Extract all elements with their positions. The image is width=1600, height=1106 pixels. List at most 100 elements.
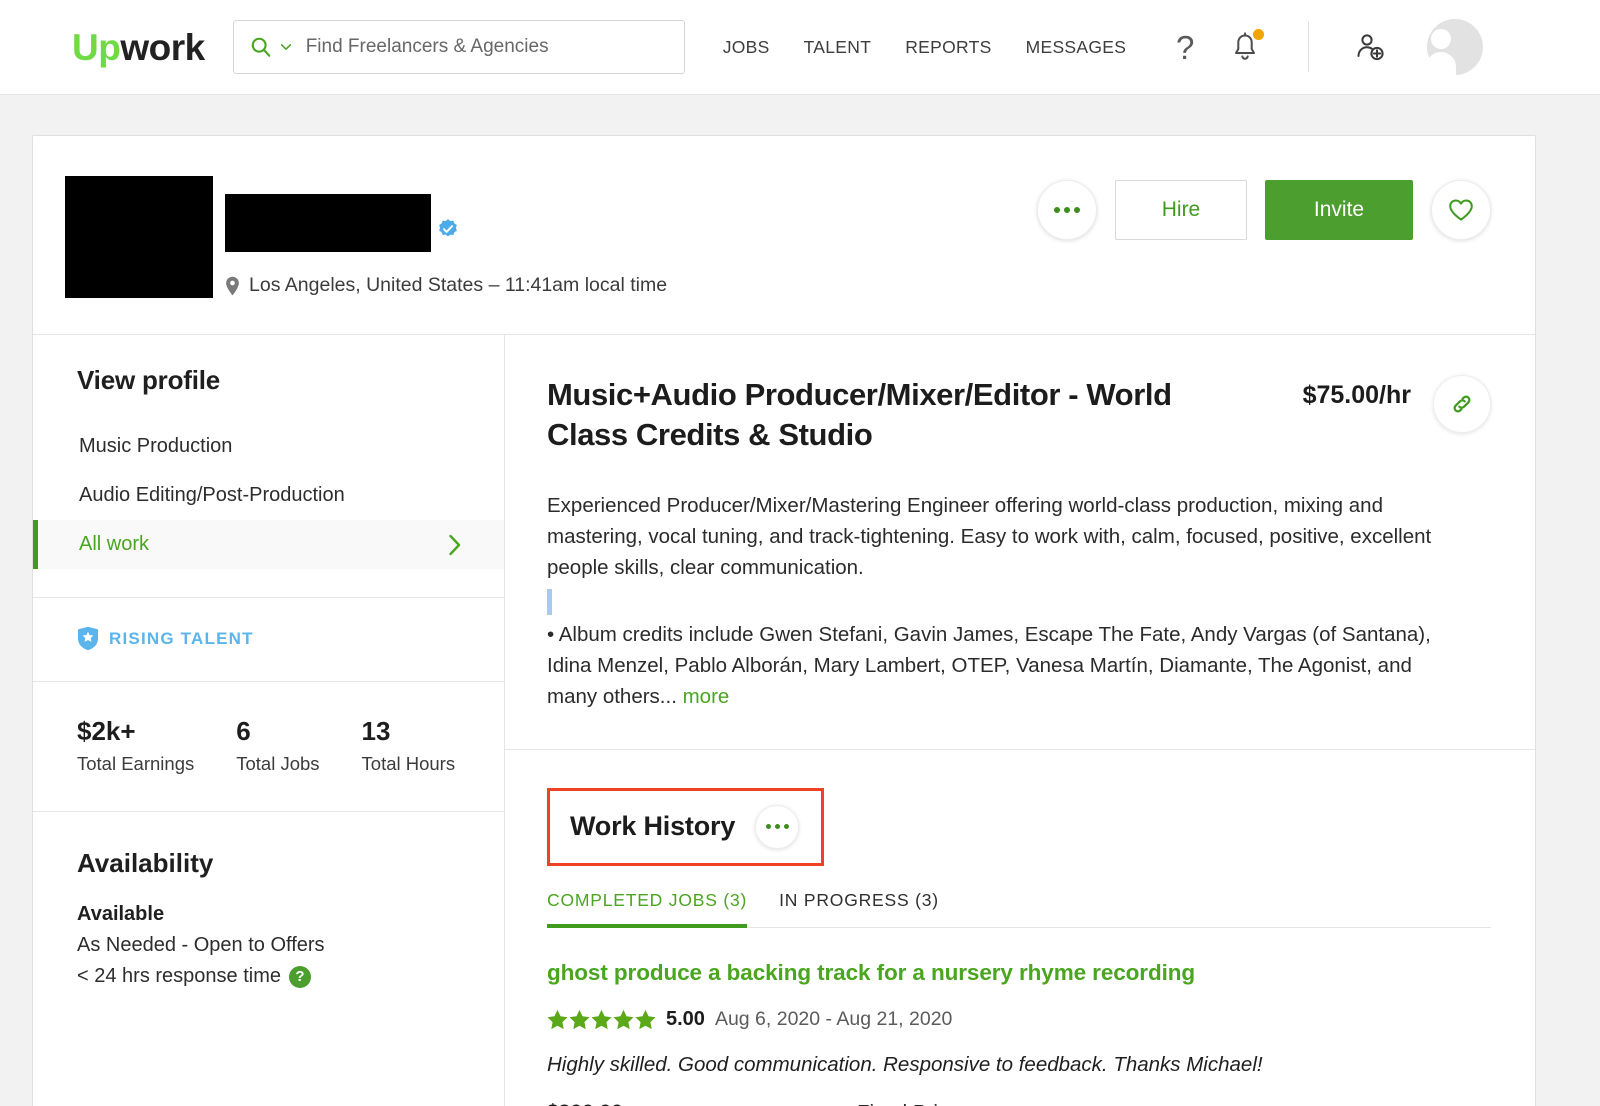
profile-action-buttons: Hire Invite (1037, 180, 1491, 240)
sidebar-item-all-work-label: All work (79, 533, 150, 555)
stat-total-earnings: $2k+ Total Earnings (77, 716, 194, 775)
work-history-header-highlight: Work History (547, 787, 825, 866)
rising-talent-label: RISING TALENT (109, 628, 254, 648)
job-description-bullets: • Album credits include Gwen Stefani, Ga… (547, 619, 1437, 712)
top-navigation-bar: Upwork JOBS TALENT REPORTS MESSAGES ? (0, 0, 1600, 95)
shield-star-icon (78, 626, 98, 651)
favorite-button[interactable] (1431, 180, 1491, 240)
search-bar[interactable] (232, 20, 685, 74)
ellipsis-icon (765, 824, 789, 830)
profile-sidebar: View profile Music Production Audio Edit… (33, 335, 505, 1106)
availability-terms: As Needed - Open to Offers (77, 934, 325, 956)
logo-work-text: work (120, 26, 205, 68)
sidebar-item-music-production[interactable]: Music Production (33, 422, 504, 471)
logo-up-text: Up (72, 26, 121, 68)
job-summary-header: Music+Audio Producer/Mixer/Editor - Worl… (547, 375, 1491, 456)
help-icon: ? (1176, 28, 1195, 66)
job-summary-block: Music+Audio Producer/Mixer/Editor - Worl… (505, 335, 1535, 750)
stat-total-earnings-label: Total Earnings (77, 753, 195, 774)
freelancer-profile-card: Los Angeles, United States – 11:41am loc… (32, 135, 1536, 1106)
notification-badge-dot (1253, 29, 1265, 40)
search-icon (251, 37, 270, 57)
profile-stats: $2k+ Total Earnings 6 Total Jobs 13 Tota… (33, 682, 504, 812)
ellipsis-icon (1054, 207, 1080, 213)
view-profile-block: View profile Music Production Audio Edit… (33, 335, 504, 598)
engagement-date-range: Aug 6, 2020 - Aug 21, 2020 (714, 1007, 953, 1030)
nav-link-reports[interactable]: REPORTS (905, 37, 991, 58)
chevron-right-icon (449, 534, 461, 555)
primary-nav-links: JOBS TALENT REPORTS MESSAGES (723, 37, 1127, 58)
rating-score: 5.00 (666, 1007, 705, 1030)
availability-response-time: < 24 hrs response time ? (77, 965, 460, 988)
talent-badge-block: RISING TALENT (33, 598, 504, 682)
help-button[interactable]: ? (1168, 29, 1202, 65)
notifications-button[interactable] (1228, 29, 1265, 65)
work-history-entry: ghost produce a backing track for a nurs… (547, 928, 1491, 1106)
heart-icon (1449, 199, 1473, 221)
hourly-rate: $75.00/hr (1302, 381, 1411, 409)
nav-link-jobs[interactable]: JOBS (723, 37, 770, 58)
profile-location: Los Angeles, United States – 11:41am loc… (225, 274, 1491, 297)
text-cursor-marker (547, 589, 552, 616)
view-profile-heading: View profile (77, 365, 221, 395)
star-icon (591, 1009, 612, 1029)
work-history-entry-title[interactable]: ghost produce a backing track for a nurs… (547, 960, 1491, 986)
hire-button[interactable]: Hire (1115, 180, 1247, 240)
availability-heading: Availability (77, 848, 214, 878)
chevron-down-icon[interactable] (279, 40, 293, 54)
star-rating (547, 1009, 656, 1030)
avatar-body-shape (1426, 52, 1457, 82)
star-icon (635, 1009, 656, 1029)
client-feedback-text: Highly skilled. Good communication. Resp… (547, 1052, 1263, 1076)
invite-button[interactable]: Invite (1265, 180, 1413, 240)
work-history-entry-rating: 5.00 Aug 6, 2020 - Aug 21, 2020 (547, 1008, 1491, 1031)
star-icon (613, 1009, 634, 1029)
work-history-block: Work History COMPLETED JOBS (3) IN PROGR… (505, 750, 1535, 1106)
job-title: Music+Audio Producer/Mixer/Editor - Worl… (547, 377, 1172, 453)
response-time-help-icon[interactable]: ? (289, 965, 311, 988)
verified-badge-icon (439, 219, 457, 237)
add-person-icon (1357, 34, 1384, 61)
work-history-tabs: COMPLETED JOBS (3) IN PROGRESS (3) (547, 890, 1491, 928)
stat-total-jobs: 6 Total Jobs (236, 716, 319, 775)
search-input[interactable] (305, 36, 668, 58)
sidebar-item-audio-editing[interactable]: Audio Editing/Post-Production (33, 471, 504, 520)
availability-response-time-text: < 24 hrs response time (77, 965, 281, 987)
location-text: Los Angeles, United States – 11:41am loc… (249, 274, 668, 296)
invite-member-button[interactable] (1353, 29, 1387, 65)
location-pin-icon (226, 276, 239, 295)
nav-link-messages[interactable]: MESSAGES (1026, 37, 1127, 58)
availability-status: Available (77, 903, 165, 925)
entry-contract-type: Fixed Price (857, 1101, 960, 1106)
stat-total-jobs-label: Total Jobs (236, 753, 320, 774)
nav-icon-group: ? (1168, 19, 1484, 82)
page-container: Los Angeles, United States – 11:41am loc… (0, 95, 1600, 1106)
work-history-heading: Work History (570, 811, 736, 842)
profile-body: View profile Music Production Audio Edit… (33, 335, 1535, 1106)
link-icon (1453, 395, 1471, 413)
nav-divider (1308, 22, 1310, 72)
job-description-bullets-text: • Album credits include Gwen Stefani, Ga… (547, 623, 1431, 709)
profile-header: Los Angeles, United States – 11:41am loc… (33, 136, 1535, 335)
stat-total-hours: 13 Total Hours (362, 716, 456, 775)
job-description: Experienced Producer/Mixer/Mastering Eng… (547, 490, 1437, 616)
job-description-text: Experienced Producer/Mixer/Mastering Eng… (547, 493, 1432, 579)
account-avatar[interactable] (1413, 19, 1484, 82)
profile-photo-redacted (65, 176, 213, 298)
copy-link-button[interactable] (1433, 375, 1491, 433)
nav-link-talent[interactable]: TALENT (804, 37, 872, 58)
star-icon (547, 1009, 568, 1029)
tab-in-progress[interactable]: IN PROGRESS (3) (779, 890, 939, 927)
availability-block: Availability Available As Needed - Open … (33, 812, 504, 1008)
more-options-button[interactable] (1037, 180, 1097, 240)
work-history-options-button[interactable] (755, 804, 800, 849)
upwork-logo[interactable]: Upwork (72, 29, 205, 66)
stat-total-earnings-value: $2k+ (77, 716, 136, 746)
sidebar-item-all-work[interactable]: All work (33, 520, 504, 569)
stat-total-jobs-value: 6 (236, 716, 251, 746)
tab-completed-jobs[interactable]: COMPLETED JOBS (3) (547, 890, 748, 928)
profile-main-column: Music+Audio Producer/Mixer/Editor - Worl… (505, 335, 1535, 1106)
rising-talent-badge: RISING TALENT (77, 626, 460, 651)
stat-total-hours-value: 13 (361, 716, 391, 746)
more-link[interactable]: more (683, 685, 730, 708)
